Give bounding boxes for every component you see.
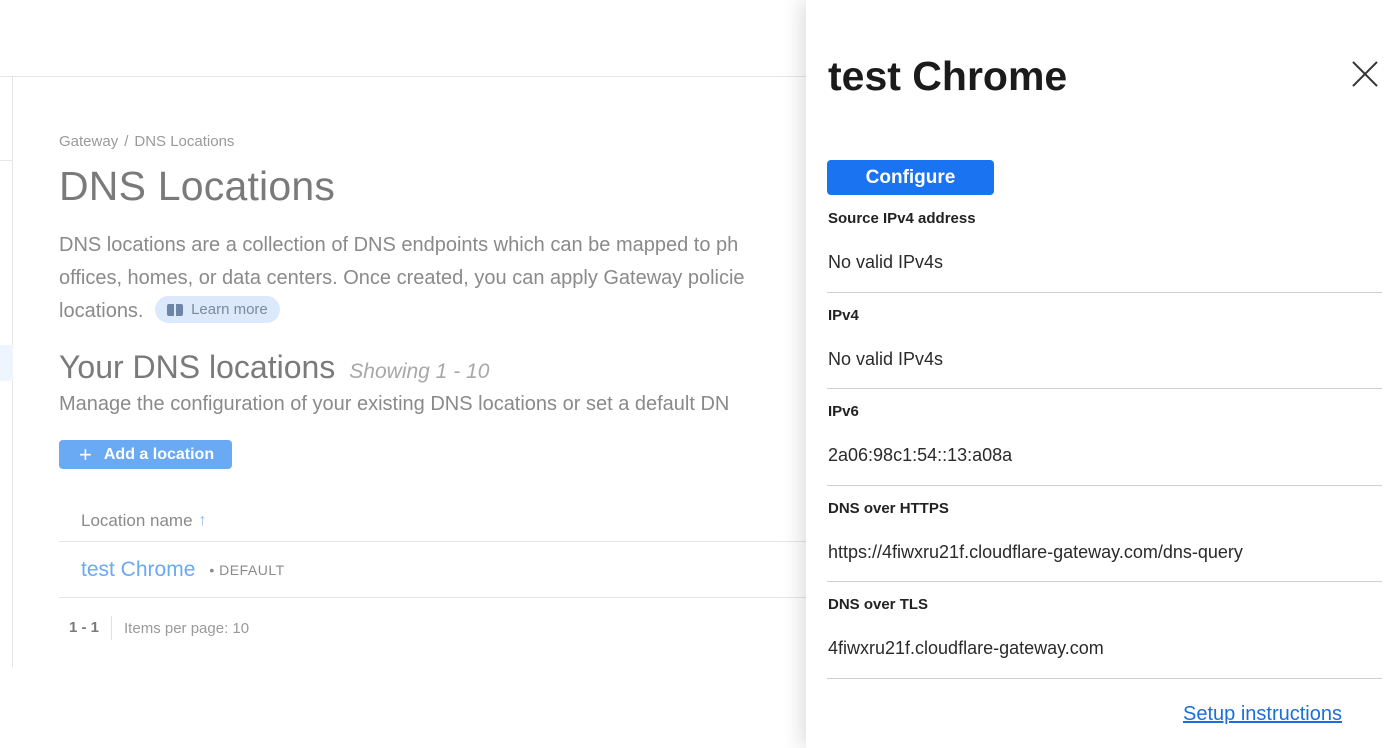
page-description-line: DNS locations are a collection of DNS en… xyxy=(59,234,739,256)
default-badge: • DEFAULT xyxy=(209,561,285,578)
field-dns-over-tls: DNS over TLS 4fiwxru21f.cloudflare-gatew… xyxy=(827,582,1382,679)
field-value[interactable]: 4fiwxru21f.cloudflare-gateway.com xyxy=(828,638,1104,659)
column-header-location-name[interactable]: Location name xyxy=(81,511,193,531)
field-ipv6: IPv6 2a06:98c1:54::13:a08a xyxy=(827,389,1382,486)
field-value[interactable]: 2a06:98c1:54::13:a08a xyxy=(828,445,1012,466)
section-description: Manage the configuration of your existin… xyxy=(59,393,730,415)
section-title: Your DNS locations xyxy=(59,349,336,385)
page-title: DNS Locations xyxy=(59,163,336,209)
table-row[interactable]: test Chrome • DEFAULT xyxy=(59,542,819,598)
breadcrumb-gateway[interactable]: Gateway xyxy=(59,133,118,150)
close-icon[interactable] xyxy=(1350,59,1380,89)
field-ipv4: IPv4 No valid IPv4s xyxy=(827,293,1382,389)
plus-icon: + xyxy=(79,441,92,467)
showing-count: Showing 1 - 10 xyxy=(349,360,490,383)
setup-instructions-link[interactable]: Setup instructions xyxy=(1183,703,1342,726)
section-heading: Your DNS locations Showing 1 - 10 xyxy=(59,349,489,386)
table-header[interactable]: Location name ↑ xyxy=(59,500,819,542)
field-label: Source IPv4 address xyxy=(828,210,976,227)
add-location-label: Add a location xyxy=(103,445,215,463)
pagination: 1 - 1 Items per page: 10 xyxy=(59,598,819,658)
sidebar-active-item[interactable] xyxy=(0,345,13,381)
location-details-panel: test Chrome Configure Source IPv4 addres… xyxy=(806,0,1400,748)
learn-more-link[interactable]: Learn more xyxy=(155,296,280,324)
page-description-line: offices, homes, or data centers. Once cr… xyxy=(59,267,745,289)
field-source-ipv4: Source IPv4 address No valid IPv4s xyxy=(827,196,1382,293)
add-location-button[interactable]: + Add a location xyxy=(59,440,233,469)
locations-table: Location name ↑ test Chrome • DEFAULT 1 … xyxy=(59,500,819,658)
field-value: No valid IPv4s xyxy=(828,348,944,369)
pagination-range: 1 - 1 xyxy=(69,616,113,640)
sort-ascending-icon[interactable]: ↑ xyxy=(199,512,207,530)
sidebar-divider xyxy=(0,160,13,161)
field-label: IPv6 xyxy=(828,403,859,420)
book-icon xyxy=(167,303,184,316)
field-value: No valid IPv4s xyxy=(828,252,944,272)
left-sidebar xyxy=(0,77,13,667)
field-value[interactable]: https://4fiwxru21f.cloudflare-gateway.co… xyxy=(828,542,1243,563)
page-description-line: locations. xyxy=(59,300,144,322)
location-name-link[interactable]: test Chrome xyxy=(81,558,195,582)
page-description-last-line: locations. Learn more xyxy=(59,295,819,328)
panel-title: test Chrome xyxy=(828,53,1068,99)
page-description: DNS locations are a collection of DNS en… xyxy=(59,229,819,328)
breadcrumb-current: DNS Locations xyxy=(134,133,235,150)
learn-more-label: Learn more xyxy=(191,301,268,319)
breadcrumb-separator: / xyxy=(124,133,129,150)
field-label: IPv4 xyxy=(828,306,859,324)
configure-button[interactable]: Configure xyxy=(827,160,994,195)
field-label: DNS over HTTPS xyxy=(828,499,949,517)
breadcrumb: Gateway / DNS Locations xyxy=(59,133,234,150)
endpoint-fields: Source IPv4 address No valid IPv4s IPv4 … xyxy=(827,196,1382,679)
items-per-page[interactable]: Items per page: 10 xyxy=(124,620,249,637)
field-dns-over-https: DNS over HTTPS https://4fiwxru21f.cloudf… xyxy=(827,486,1382,582)
field-label: DNS over TLS xyxy=(828,596,929,613)
